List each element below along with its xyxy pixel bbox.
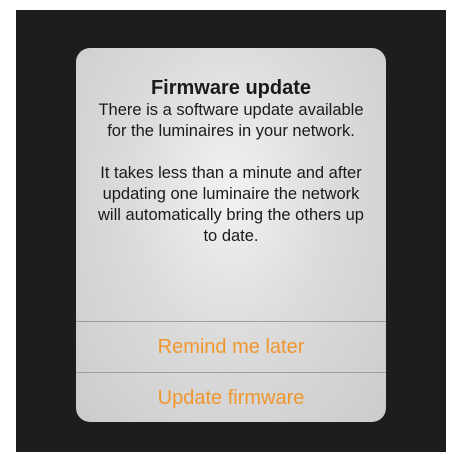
alert-content: Firmware update There is a software upda… — [76, 48, 386, 321]
firmware-update-alert: Firmware update There is a software upda… — [76, 48, 386, 422]
alert-message: There is a software update available for… — [98, 101, 364, 245]
remind-me-later-button[interactable]: Remind me later — [76, 322, 386, 372]
alert-title: Firmware update — [150, 77, 312, 99]
screen-backdrop: Firmware update There is a software upda… — [16, 10, 446, 452]
update-firmware-button[interactable]: Update firmware — [76, 373, 386, 422]
